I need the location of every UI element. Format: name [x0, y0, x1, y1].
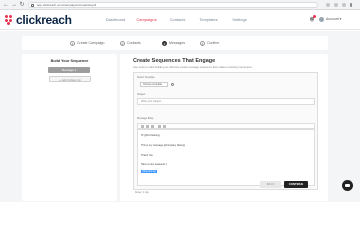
nav-dashboard[interactable]: Dashboard [100, 16, 131, 24]
step-3[interactable]: 3 Messages [162, 40, 185, 46]
body-line: Have a nice weekend :) [141, 163, 168, 166]
body-line: This is my message {{Company Name}} [141, 144, 186, 147]
step-label: Create Campaign [77, 41, 105, 45]
body-label: Message Body [137, 117, 154, 120]
step-1[interactable]: 1 Create Campaign [70, 40, 104, 46]
step-number: 3 [162, 40, 167, 46]
url-text: app.clickreach.com/campaigns/create/step… [37, 3, 97, 7]
page-title: Create Sequences That Engage [133, 58, 216, 64]
logo-mark-icon [5, 15, 15, 25]
nav-templates[interactable]: Templates [193, 16, 224, 24]
bold-icon[interactable] [141, 125, 144, 128]
body-line: Hi {{First Name}}, [141, 134, 161, 137]
avatar[interactable] [319, 17, 324, 22]
step-number: 4 [200, 40, 205, 46]
address-bar[interactable]: app.clickreach.com/campaigns/create/step… [28, 2, 318, 8]
nav-settings[interactable]: Settings [224, 16, 255, 24]
step-4[interactable]: 4 Confirm [200, 40, 219, 46]
email-editor: Select Template Choose template Subject … [133, 72, 318, 190]
reload-icon[interactable]: ↻ [19, 2, 25, 8]
profile-icon[interactable] [342, 3, 346, 7]
continue-button[interactable]: CONTINUE [284, 181, 308, 188]
notification-badge [313, 15, 316, 18]
template-select-label: Select Template [137, 76, 155, 79]
message-body-field[interactable]: Hi {{First Name}}, This is my message {{… [137, 129, 315, 186]
nav-campaigns[interactable]: Campaigns [131, 16, 162, 24]
brand-logo[interactable]: clickreach [5, 13, 72, 27]
lock-icon [31, 4, 34, 7]
step-label: Confirm [207, 41, 220, 45]
back-arrow-icon[interactable]: ← [3, 2, 9, 8]
sequence-builder-title: Build Your Sequence [50, 59, 89, 63]
step-number: 1 [70, 40, 75, 46]
list-icon[interactable] [158, 125, 161, 128]
message-editor-panel: Create Sequences That Engage Use tools t… [120, 54, 328, 201]
subject-field[interactable]: Write your subject... [137, 98, 315, 105]
selected-text: {{Signature}} [141, 170, 158, 173]
top-nav: Dashboard Campaigns Contacts Templates S… [100, 16, 255, 24]
page-subtitle: Use tools to start building an effective… [133, 65, 253, 69]
sequence-builder-panel: Build Your Sequence Message 1 + Add Foll… [22, 54, 117, 201]
step-label: Messages [169, 41, 185, 45]
link-icon[interactable] [163, 125, 166, 128]
chat-widget-icon[interactable] [342, 180, 353, 191]
forward-arrow-icon[interactable]: → [11, 2, 17, 8]
message-1-button[interactable]: Message 1 [48, 67, 90, 73]
step-2[interactable]: 2 Contacts [120, 40, 141, 46]
step-number: 2 [120, 40, 125, 46]
underline-icon[interactable] [151, 125, 154, 128]
step-label: Contacts [127, 41, 141, 45]
italic-icon[interactable] [146, 125, 149, 128]
subject-label: Subject [137, 93, 146, 96]
nav-contacts[interactable]: Contacts [162, 16, 193, 24]
delay-text: Delay: 1 day [135, 191, 149, 194]
info-icon[interactable] [171, 83, 174, 86]
brand-name: clickreach [16, 13, 72, 27]
template-select[interactable]: Choose template [140, 82, 168, 87]
extension-icon[interactable] [326, 3, 330, 7]
extension-icon[interactable] [334, 3, 338, 7]
app-header: clickreach Dashboard Campaigns Contacts … [0, 10, 360, 30]
back-button[interactable]: BACK [260, 181, 281, 188]
add-follow-up-button[interactable]: + Add Follow Up [49, 76, 91, 82]
menu-icon[interactable] [350, 3, 352, 7]
body-line: Thank You [141, 154, 153, 157]
browser-toolbar: ← → ↻ app.clickreach.com/campaigns/creat… [0, 0, 360, 10]
progress-stepper: 1 Create Campaign 2 Contacts 3 Messages … [22, 36, 328, 50]
user-menu[interactable]: Account ▾ [326, 16, 341, 23]
